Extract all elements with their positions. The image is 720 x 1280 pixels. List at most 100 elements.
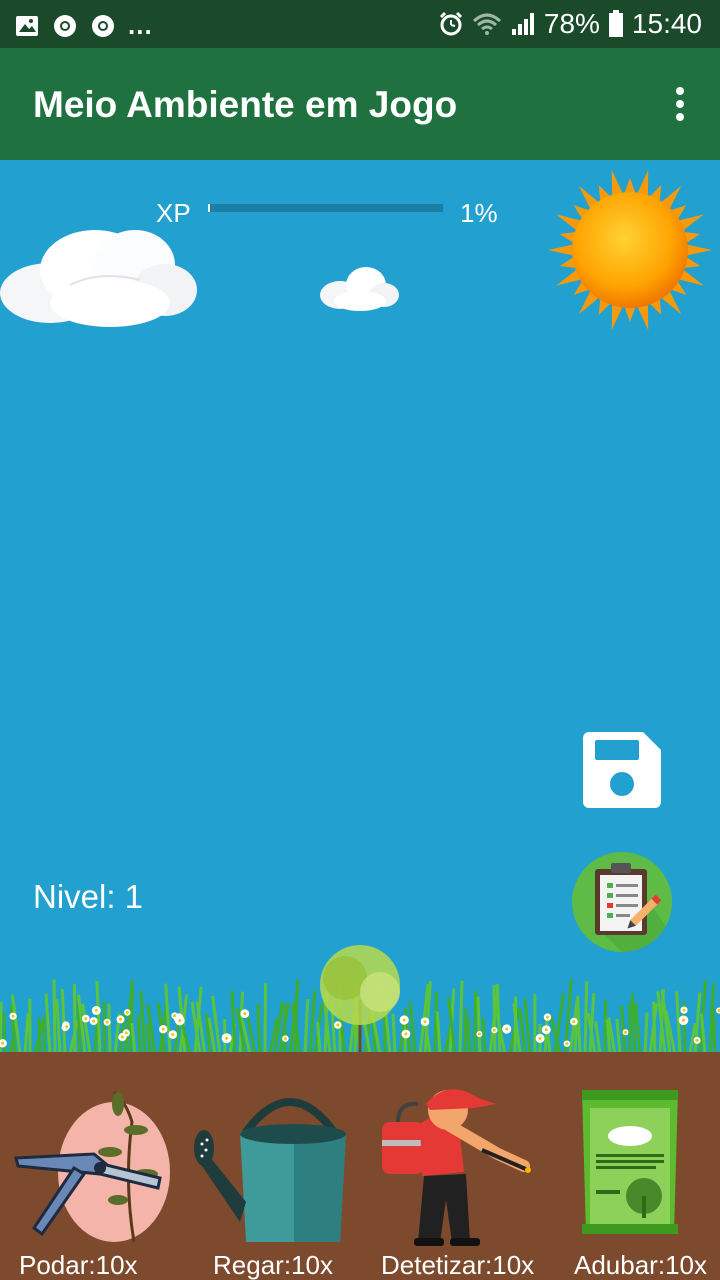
battery-icon <box>608 10 623 37</box>
grass-blade <box>102 1001 107 1054</box>
grass-blade <box>303 998 310 1054</box>
grass-blade <box>481 1017 487 1054</box>
grass-blade <box>643 1012 649 1054</box>
tool-bar: Podar:10x Regar:10x Detetizar:10x Adubar… <box>0 1052 720 1280</box>
app-title: Meio Ambiente em Jogo <box>33 84 458 125</box>
daisy-center <box>1 1041 5 1045</box>
grass-blade <box>466 1018 472 1054</box>
daisy-center <box>572 1020 576 1024</box>
grass-blade <box>711 1005 717 1054</box>
grass-blade <box>435 1011 442 1054</box>
grass-blade <box>476 996 482 1054</box>
daisy-center <box>538 1036 542 1040</box>
daisy-center <box>161 1027 165 1031</box>
grass-blade <box>573 1009 579 1054</box>
daisy-center <box>682 1018 685 1022</box>
xp-progress-bar <box>208 204 443 212</box>
grass-blade <box>55 999 62 1054</box>
cloud-icon <box>320 267 399 311</box>
tool-label-regar: Regar:10x <box>213 1250 333 1280</box>
sun-ray <box>637 170 649 195</box>
grass-blade <box>408 1001 417 1054</box>
grass-blade <box>518 1009 527 1054</box>
grass-blade <box>52 979 57 1054</box>
daisy-center <box>92 1019 96 1023</box>
overflow-menu-icon[interactable] <box>670 86 690 122</box>
alarm-icon <box>439 11 462 36</box>
xp-progress-fill <box>208 204 211 212</box>
grass-blade <box>130 1022 137 1054</box>
more-notifications: ... <box>128 10 153 40</box>
grass-blade <box>2 1012 7 1054</box>
xp-percent: 1% <box>460 198 498 228</box>
tool-label-podar: Podar:10x <box>19 1250 138 1280</box>
sun-ray <box>559 257 575 268</box>
chrome-icon <box>54 14 76 37</box>
daisy-center <box>624 1030 627 1034</box>
daisy-center <box>124 1031 128 1035</box>
grass-blade <box>583 981 589 1054</box>
grass-blade <box>44 993 52 1054</box>
grass-blade <box>693 992 702 1054</box>
save-button[interactable] <box>583 732 661 808</box>
daisy-center <box>94 1008 98 1012</box>
grass-blade <box>576 995 582 1054</box>
tool-label-adubar: Adubar:10x <box>574 1250 707 1280</box>
grass-blade <box>136 1014 142 1054</box>
watering-can-icon[interactable] <box>194 1082 354 1248</box>
sun-ray <box>556 214 581 230</box>
grass-blade <box>630 993 637 1054</box>
daisy-center <box>402 1018 406 1022</box>
daisy-center <box>125 1010 129 1014</box>
daisy-center <box>477 1032 481 1036</box>
sun-ray <box>624 307 636 322</box>
grass-blade <box>603 1000 608 1054</box>
sun-ray <box>679 270 704 286</box>
grass-blade <box>23 1013 30 1054</box>
sun-ray <box>685 257 701 268</box>
grass-blade <box>523 998 532 1054</box>
gallery-icon <box>16 15 38 36</box>
sun-ray <box>685 232 701 243</box>
daisy-center <box>505 1027 509 1031</box>
sun-ray <box>559 232 575 243</box>
tool-label-detetizar: Detetizar:10x <box>381 1250 535 1280</box>
grass-blade <box>458 980 464 1054</box>
grass-blade <box>164 983 172 1054</box>
grass-blade <box>263 983 268 1054</box>
wifi-icon <box>472 13 501 35</box>
sun-ray <box>611 305 623 330</box>
grass-blade <box>72 984 77 1054</box>
grass-blade <box>308 990 317 1054</box>
grass-blade <box>433 991 439 1054</box>
cloud-icon <box>0 230 197 327</box>
daisy-center <box>178 1019 182 1023</box>
daisy-center <box>119 1017 122 1021</box>
grass-blade <box>594 1021 602 1054</box>
grass-blade <box>139 990 147 1054</box>
daisy-center <box>336 1023 340 1027</box>
pruning-shears-icon[interactable] <box>14 1082 174 1250</box>
grass-blade <box>391 1013 397 1054</box>
battery-percent: 78% <box>543 8 600 39</box>
daisy-center <box>544 1028 548 1032</box>
grass-blade <box>95 980 102 1054</box>
grass-decoration <box>0 945 720 1054</box>
grass-blade <box>37 1018 42 1054</box>
sun-ray <box>637 305 649 330</box>
daisy-center <box>65 1025 69 1029</box>
grass-blade <box>545 1019 552 1054</box>
daisy-center <box>105 1020 109 1024</box>
daisy-center <box>243 1012 247 1016</box>
sun-ray <box>687 244 712 256</box>
grass-blade <box>42 1015 47 1054</box>
clock: 15:40 <box>631 8 702 39</box>
sun-ray <box>611 170 623 195</box>
pest-sprayer-icon[interactable] <box>378 1082 534 1250</box>
app-bar: Meio Ambiente em Jogo <box>0 48 720 160</box>
daisy-center <box>546 1015 549 1019</box>
tasks-button[interactable] <box>571 851 673 953</box>
grass-blade <box>492 985 497 1054</box>
signal-icon <box>511 13 534 35</box>
fertilizer-bag-icon[interactable] <box>576 1086 684 1238</box>
